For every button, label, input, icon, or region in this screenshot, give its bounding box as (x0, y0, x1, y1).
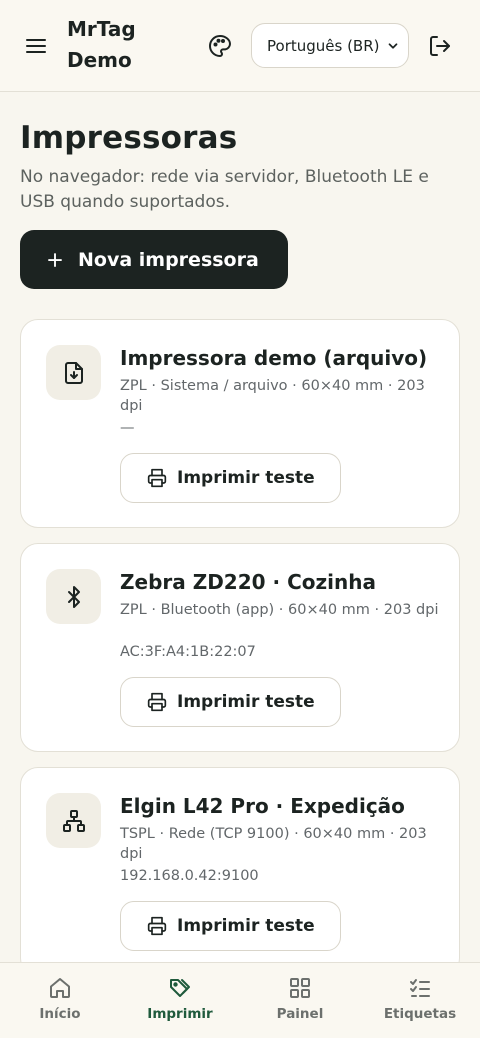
printer-icon (147, 692, 167, 712)
nav-label: Imprimir (147, 1006, 213, 1022)
tag-icon (170, 979, 190, 997)
palette-icon (209, 35, 231, 57)
printer-icon (147, 468, 167, 488)
print-test-button[interactable]: Imprimir teste (120, 677, 341, 727)
network-icon (62, 809, 85, 832)
plus-icon (48, 252, 62, 267)
logout-button[interactable] (424, 30, 456, 62)
page-title: Impressoras (20, 120, 238, 156)
nav-item-etiquetas[interactable]: Etiquetas (360, 963, 480, 1038)
printer-name: Impressora demo (arquivo) (120, 346, 428, 370)
language-value: Português (BR) (267, 36, 380, 55)
print-test-label: Imprimir teste (177, 468, 315, 488)
nav-item-imprimir[interactable]: Imprimir (120, 963, 240, 1038)
file-download-icon (64, 361, 83, 384)
bottom-nav: Início Imprimir Painel Etiquetas (0, 962, 480, 1038)
printer-card: Elgin L42 Pro · Expedição TSPL · Rede (T… (20, 767, 460, 976)
printer-address: — (120, 420, 135, 436)
print-test-label: Imprimir teste (177, 916, 315, 936)
nav-label: Início (39, 1006, 81, 1022)
printer-type-badge (46, 793, 101, 848)
printer-meta: TSPL · Rede (TCP 9100) · 60×40 mm · 203 … (120, 826, 427, 862)
printer-type-badge (46, 569, 101, 624)
bluetooth-icon (67, 585, 80, 608)
new-printer-button[interactable]: Nova impressora (20, 230, 288, 289)
printer-icon (147, 916, 167, 936)
page-subtitle: No navegador: rede via servidor, Bluetoo… (20, 167, 429, 212)
printer-meta: ZPL · Sistema / arquivo · 60×40 mm · 203… (120, 378, 425, 414)
printer-address: AC:3F:A4:1B:22:07 (120, 644, 256, 660)
checklist-icon (410, 979, 430, 997)
chevron-down-icon (388, 43, 398, 49)
printer-name: Elgin L42 Pro · Expedição (120, 794, 405, 818)
grid-icon (290, 978, 310, 998)
language-select[interactable]: Português (BR) (251, 23, 409, 68)
print-test-button[interactable]: Imprimir teste (120, 901, 341, 951)
nav-label: Etiquetas (383, 1006, 457, 1022)
nav-label: Painel (276, 1006, 324, 1022)
printer-card: Impressora demo (arquivo) ZPL · Sistema … (20, 319, 460, 528)
printer-name: Zebra ZD220 · Cozinha (120, 570, 376, 594)
print-test-button[interactable]: Imprimir teste (120, 453, 341, 503)
theme-button[interactable] (204, 30, 236, 62)
nav-item-painel[interactable]: Painel (240, 963, 360, 1038)
print-test-label: Imprimir teste (177, 692, 315, 712)
menu-icon (26, 39, 46, 53)
brand-title[interactable]: MrTag Demo (67, 14, 177, 76)
printer-card: Zebra ZD220 · Cozinha ZPL · Bluetooth (a… (20, 543, 460, 752)
home-icon (50, 978, 70, 998)
printer-type-badge (46, 345, 101, 400)
printer-meta: ZPL · Bluetooth (app) · 60×40 mm · 203 d… (120, 602, 439, 618)
printer-address: 192.168.0.42:9100 (120, 868, 259, 884)
app-header: MrTag Demo Português (BR) (0, 0, 480, 92)
menu-button[interactable] (20, 30, 52, 62)
new-printer-label: Nova impressora (78, 248, 259, 271)
nav-item-inicio[interactable]: Início (0, 963, 120, 1038)
logout-icon (430, 36, 450, 56)
